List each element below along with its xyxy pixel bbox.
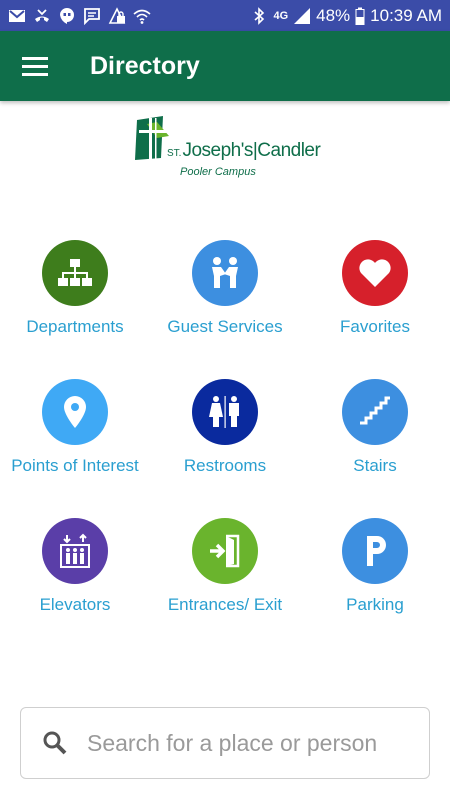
hamburger-menu-icon xyxy=(22,57,48,76)
signal-icon xyxy=(293,7,311,25)
clock: 10:39 AM xyxy=(370,5,442,25)
network-type: 4G xyxy=(273,9,289,22)
tile-elevators[interactable]: Elevators xyxy=(0,518,150,615)
tile-restrooms[interactable]: Restrooms xyxy=(150,379,300,476)
battery-percent: 48% xyxy=(316,5,351,25)
tile-label: Elevators xyxy=(39,595,111,614)
missed-call-icon xyxy=(33,7,51,25)
search-bar[interactable] xyxy=(20,707,430,779)
bluetooth-icon xyxy=(250,6,268,25)
logo-name-text: Joseph's|Candler xyxy=(182,140,321,161)
handshake-icon xyxy=(192,240,258,306)
location-pin-icon xyxy=(42,379,108,445)
stairs-icon xyxy=(342,379,408,445)
exit-door-icon xyxy=(192,518,258,584)
tile-label: Guest Services xyxy=(167,317,283,336)
tile-entrances-exit[interactable]: Entrances/ Exit xyxy=(150,518,300,615)
tile-label: Departments xyxy=(26,317,124,336)
tile-label: Entrances/ Exit xyxy=(167,595,283,614)
tile-guest-services[interactable]: Guest Services xyxy=(150,240,300,337)
tile-label: Restrooms xyxy=(183,456,267,475)
restroom-icon xyxy=(192,379,258,445)
logo-subtitle: Pooler Campus xyxy=(180,166,256,178)
search-input[interactable] xyxy=(87,729,417,757)
battery-icon xyxy=(355,7,365,25)
logo-st-text: ST. xyxy=(167,148,182,159)
elevator-icon xyxy=(42,518,108,584)
app-bar: Directory xyxy=(0,31,450,101)
parking-icon xyxy=(342,518,408,584)
tile-favorites[interactable]: Favorites xyxy=(300,240,450,337)
tile-label: Stairs xyxy=(353,456,397,475)
vpn-lock-icon xyxy=(108,6,126,25)
tile-label: Parking xyxy=(346,595,404,614)
hospital-logo: ST. Joseph's|Candler Pooler Campus xyxy=(133,116,323,184)
tile-label: Favorites xyxy=(340,317,410,336)
tile-parking[interactable]: Parking xyxy=(300,518,450,615)
heart-icon xyxy=(342,240,408,306)
status-bar: 4G 48% 10:39 AM xyxy=(0,0,450,31)
tile-stairs[interactable]: Stairs xyxy=(300,379,450,476)
message-icon xyxy=(83,7,101,25)
tile-label: Points of Interest xyxy=(11,456,139,475)
page-title: Directory xyxy=(90,51,200,80)
gmail-icon xyxy=(8,7,26,25)
menu-button[interactable] xyxy=(0,31,70,101)
org-chart-icon xyxy=(42,240,108,306)
tile-points-of-interest[interactable]: Points of Interest xyxy=(0,379,150,476)
wifi-icon xyxy=(133,7,151,25)
search-icon xyxy=(43,731,67,755)
hangouts-icon xyxy=(58,7,76,25)
tile-departments[interactable]: Departments xyxy=(0,240,150,337)
